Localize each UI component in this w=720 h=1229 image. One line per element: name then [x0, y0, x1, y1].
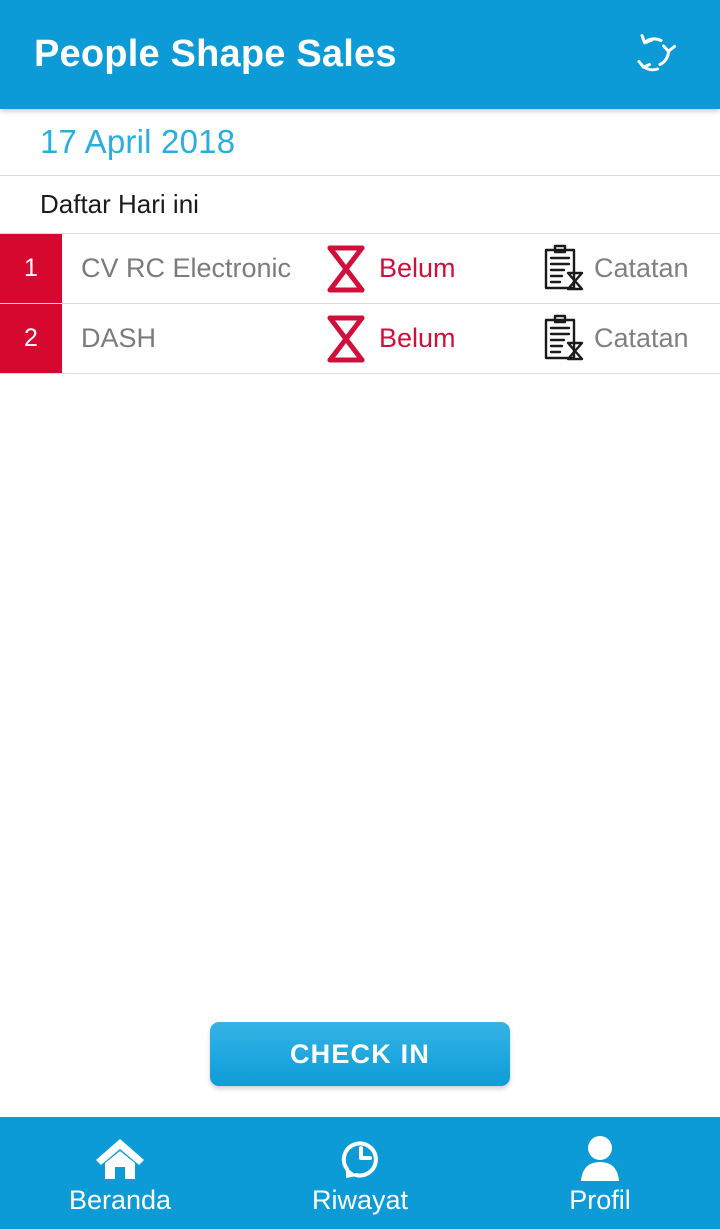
- row-customer-name: DASH: [81, 323, 157, 353]
- bottom-navigation: Beranda Riwayat Profil: [0, 1117, 720, 1229]
- hourglass-icon: [325, 314, 367, 364]
- row-index-badge: 2: [0, 304, 62, 373]
- row-note-label: Catatan: [594, 323, 689, 353]
- app-screen: People Shape Sales 17 April 2018 Daftar …: [0, 0, 720, 1229]
- date-header: 17 April 2018: [0, 109, 720, 176]
- app-bar: People Shape Sales: [0, 0, 720, 109]
- home-icon: [94, 1133, 146, 1185]
- table-row[interactable]: 2 DASH Belum Catatan: [0, 304, 720, 374]
- nav-label-profil: Profil: [569, 1184, 631, 1215]
- row-note-label: Catatan: [594, 253, 689, 283]
- table-row[interactable]: 1 CV RC Electronic Belum Catatan: [0, 234, 720, 304]
- nav-item-beranda[interactable]: Beranda: [0, 1117, 240, 1229]
- page-title: People Shape Sales: [34, 33, 397, 75]
- hourglass-icon: [325, 244, 367, 294]
- content-area: 17 April 2018 Daftar Hari ini 1 CV RC El…: [0, 109, 720, 1117]
- row-note[interactable]: Catatan: [540, 234, 720, 303]
- row-index-badge: 1: [0, 234, 62, 303]
- history-clock-icon: [335, 1133, 385, 1185]
- section-title: Daftar Hari ini: [40, 189, 199, 219]
- row-status[interactable]: Belum: [325, 234, 540, 303]
- row-status-label: Belum: [379, 323, 456, 353]
- clipboard-hourglass-icon: [540, 243, 586, 295]
- visit-list: 1 CV RC Electronic Belum Catatan 2 DASH …: [0, 234, 720, 374]
- row-customer-name: CV RC Electronic: [81, 253, 292, 283]
- check-in-button[interactable]: CHECK IN: [210, 1022, 510, 1086]
- section-header: Daftar Hari ini: [0, 176, 720, 234]
- row-status-label: Belum: [379, 253, 456, 283]
- nav-item-riwayat[interactable]: Riwayat: [240, 1117, 480, 1229]
- nav-label-riwayat: Riwayat: [311, 1184, 409, 1215]
- row-note[interactable]: Catatan: [540, 304, 720, 373]
- clipboard-hourglass-icon: [540, 313, 586, 365]
- row-index-label: 2: [24, 324, 38, 352]
- row-status[interactable]: Belum: [325, 304, 540, 373]
- sync-recycle-icon[interactable]: [620, 22, 686, 88]
- empty-space: [0, 374, 720, 1022]
- row-index-label: 1: [24, 254, 38, 282]
- nav-item-profil[interactable]: Profil: [480, 1117, 720, 1229]
- person-icon: [578, 1133, 622, 1185]
- checkin-area: CHECK IN: [0, 1022, 720, 1117]
- date-label: 17 April 2018: [40, 123, 236, 160]
- nav-label-beranda: Beranda: [68, 1184, 172, 1215]
